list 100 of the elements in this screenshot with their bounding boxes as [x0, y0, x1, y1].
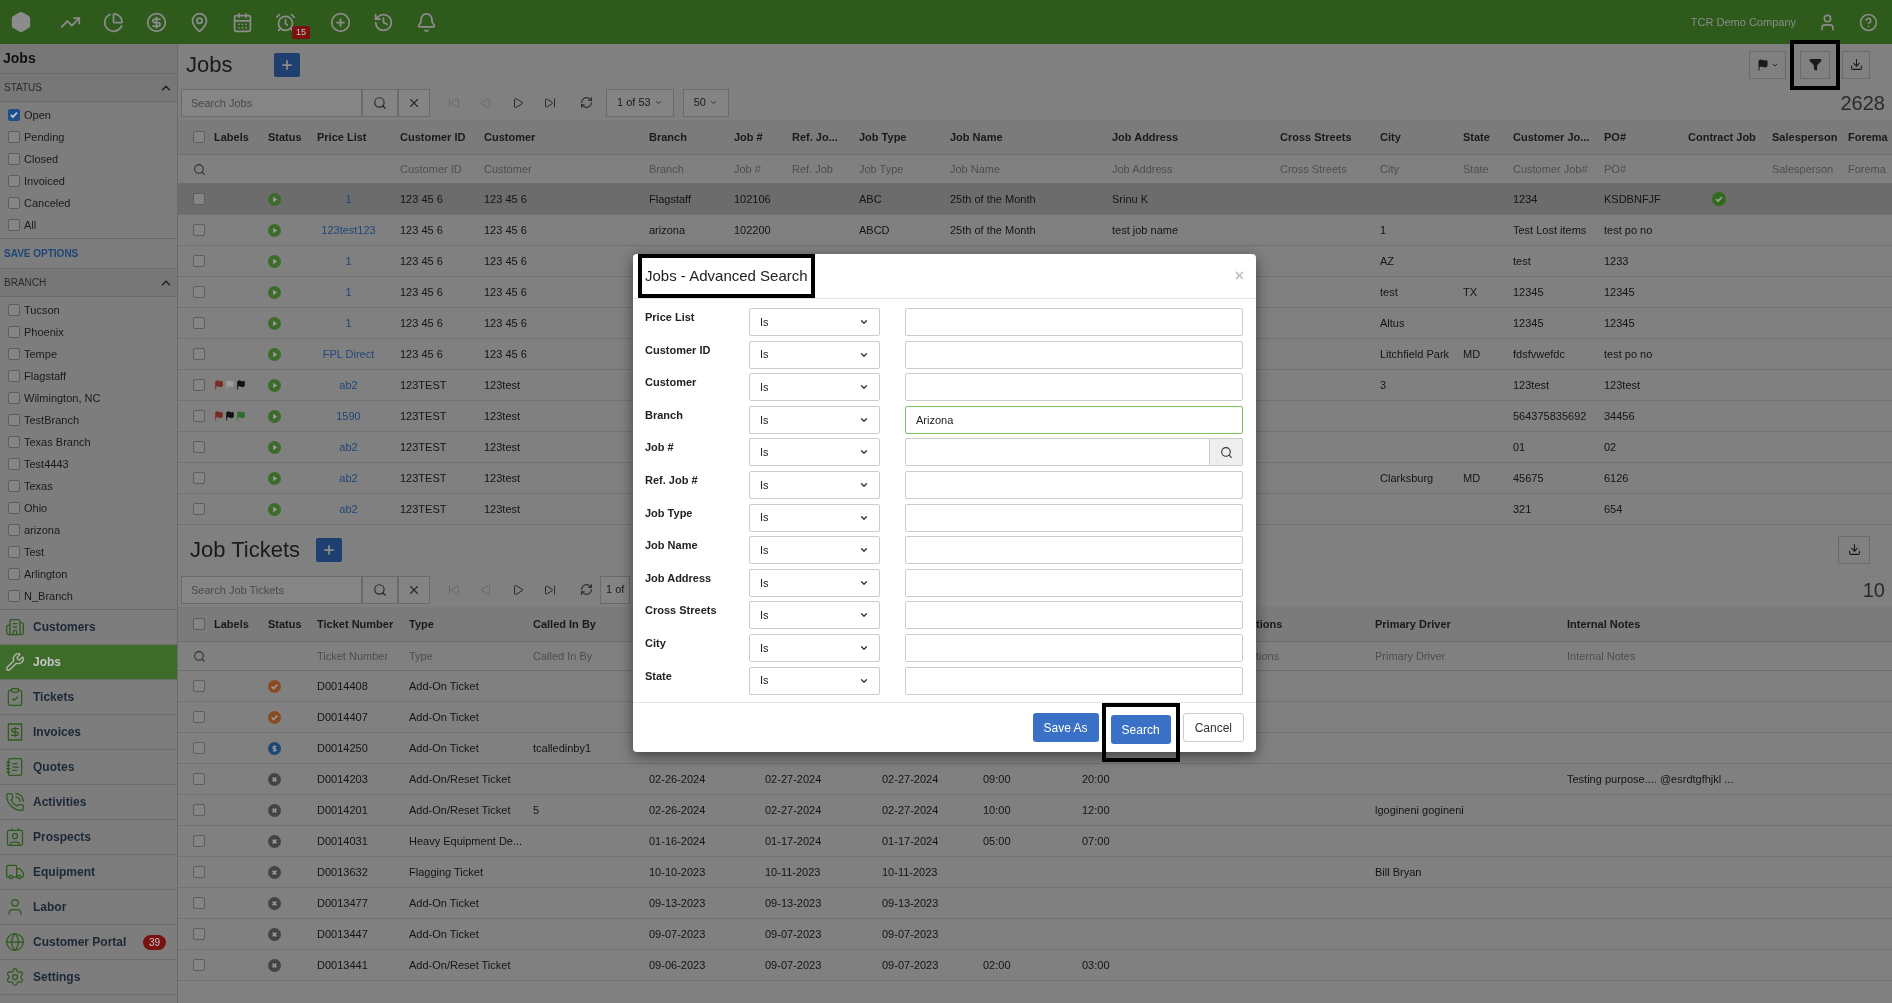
checkbox[interactable]	[193, 193, 205, 205]
checkbox[interactable]	[8, 458, 20, 470]
option-label[interactable]: Wilmington, NC	[24, 389, 101, 407]
option-label[interactable]: Tempe	[24, 345, 58, 363]
column-header[interactable]: Ref. Jo...	[792, 128, 838, 146]
checkbox[interactable]	[8, 304, 20, 316]
column-header[interactable]: tions	[1256, 615, 1283, 633]
checkbox[interactable]	[8, 546, 20, 558]
option-label[interactable]: Texas	[24, 477, 53, 495]
operator-select[interactable]: Is	[749, 666, 880, 695]
checkbox[interactable]	[193, 773, 205, 785]
operator-select[interactable]: Is	[749, 405, 880, 434]
download-icon[interactable]	[1847, 543, 1861, 556]
option-label[interactable]: arizona	[24, 521, 61, 539]
bell-icon[interactable]	[415, 11, 437, 33]
checkbox[interactable]	[193, 503, 205, 515]
price-list-link[interactable]: 1	[345, 252, 352, 270]
value-field[interactable]	[905, 340, 1243, 369]
checkbox[interactable]	[8, 153, 20, 165]
column-header[interactable]: City	[1380, 128, 1401, 146]
checkbox[interactable]	[8, 219, 20, 231]
option-label[interactable]: Flagstaff	[24, 367, 66, 385]
column-header[interactable]: Labels	[214, 128, 249, 146]
checkbox[interactable]	[8, 590, 20, 602]
value-field[interactable]	[905, 308, 1243, 336]
checkbox[interactable]	[8, 524, 20, 536]
option-label[interactable]: N_Branch	[24, 587, 73, 605]
refresh-icon[interactable]	[579, 583, 593, 596]
refresh-icon[interactable]	[579, 96, 593, 109]
option-label[interactable]: Arlington	[24, 565, 68, 583]
value-field[interactable]	[905, 633, 1243, 662]
value-field[interactable]	[905, 503, 1243, 532]
add-icon[interactable]	[280, 57, 295, 72]
last-page-icon[interactable]	[544, 583, 556, 596]
operator-select[interactable]: Is	[749, 438, 880, 467]
pie-chart-icon[interactable]	[102, 11, 124, 33]
section-header[interactable]: BRANCH	[0, 269, 177, 297]
last-page-icon[interactable]	[544, 96, 556, 109]
checkbox[interactable]	[193, 348, 205, 360]
column-header[interactable]: Customer	[484, 128, 536, 146]
price-list-link[interactable]: FPL Direct	[322, 345, 375, 363]
column-header[interactable]: Status	[268, 128, 302, 146]
price-list-link[interactable]: ab2	[339, 469, 358, 487]
column-header[interactable]: State	[1463, 128, 1490, 146]
column-header[interactable]: Job Type	[859, 128, 907, 146]
add-icon[interactable]	[329, 11, 351, 33]
option-label[interactable]: Phoenix	[24, 323, 64, 341]
lookup-field[interactable]	[905, 438, 1243, 467]
column-header[interactable]: Price List	[317, 128, 367, 146]
price-list-link[interactable]: 1590	[336, 407, 361, 425]
primary-button[interactable]: Save As	[1032, 713, 1099, 742]
checkbox[interactable]	[193, 959, 205, 971]
checkbox[interactable]	[8, 109, 20, 121]
option-label[interactable]: Test4443	[24, 455, 69, 473]
filter-icon[interactable]	[1808, 58, 1822, 71]
checkbox[interactable]	[193, 379, 205, 391]
checkbox[interactable]	[8, 414, 20, 426]
column-header[interactable]: Type	[409, 615, 434, 633]
user-icon[interactable]	[1818, 12, 1837, 32]
checkbox[interactable]	[193, 680, 205, 692]
checkbox[interactable]	[8, 175, 20, 187]
column-header[interactable]: Cross Streets	[1280, 128, 1352, 146]
operator-select[interactable]: Is	[749, 536, 880, 565]
next-page-icon[interactable]	[512, 96, 524, 109]
option-label[interactable]: Open	[24, 106, 51, 124]
column-header[interactable]: Job #	[734, 128, 763, 146]
checkbox[interactable]	[8, 502, 20, 514]
value-field[interactable]	[905, 601, 1243, 630]
checkbox[interactable]	[193, 224, 205, 236]
price-list-link[interactable]: 1	[345, 314, 352, 332]
option-label[interactable]: Canceled	[24, 194, 71, 212]
column-header[interactable]: Called In By	[533, 615, 596, 633]
checkbox[interactable]	[8, 348, 20, 360]
option-label[interactable]: TestBranch	[24, 411, 80, 429]
price-list-link[interactable]: 1	[345, 283, 352, 301]
checkbox[interactable]	[193, 131, 205, 143]
operator-select[interactable]: Is	[749, 633, 880, 662]
nav-item[interactable]: Jobs	[0, 645, 177, 680]
dollar-icon[interactable]	[145, 11, 167, 33]
checkbox[interactable]	[193, 928, 205, 940]
checkbox[interactable]	[193, 255, 205, 267]
search-field[interactable]: Search Job Tickets	[181, 575, 362, 604]
checkbox[interactable]	[8, 326, 20, 338]
flag-dropdown-icon[interactable]	[1756, 58, 1779, 71]
checkbox[interactable]	[193, 472, 205, 484]
column-header[interactable]: Forema	[1848, 128, 1888, 146]
alarm-clock-icon[interactable]	[274, 11, 296, 33]
checkbox[interactable]	[193, 410, 205, 422]
operator-select[interactable]: Is	[749, 470, 880, 499]
checkbox[interactable]	[193, 618, 205, 630]
checkbox[interactable]	[8, 370, 20, 382]
download-icon[interactable]	[1849, 58, 1863, 71]
column-header[interactable]: Customer ID	[400, 128, 466, 146]
option-label[interactable]: Ohio	[24, 499, 48, 517]
checkbox[interactable]	[193, 897, 205, 909]
column-header[interactable]: Ticket Number	[317, 615, 394, 633]
column-header[interactable]: Salesperson	[1772, 128, 1838, 146]
company-name[interactable]: TCR Demo Company	[1690, 13, 1796, 31]
page-dropdown[interactable]: 1 of	[600, 575, 631, 604]
value-field[interactable]	[905, 568, 1243, 597]
